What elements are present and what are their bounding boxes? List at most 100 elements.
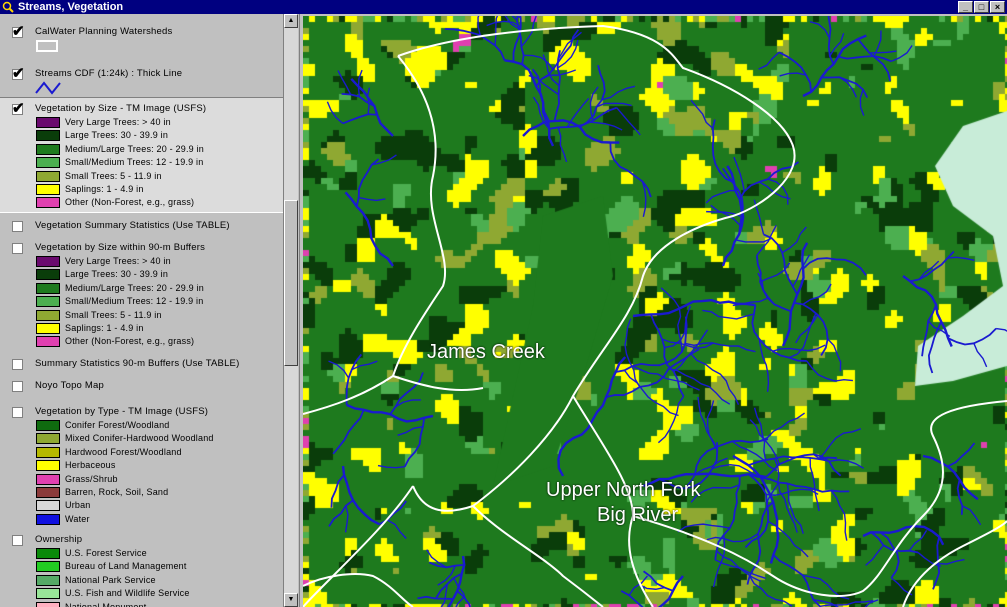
theme-visibility-checkbox[interactable] bbox=[12, 221, 23, 232]
theme-visibility-checkbox[interactable] bbox=[12, 64, 25, 82]
window-title: Streams, Vegetation bbox=[18, 1, 124, 13]
theme-visibility-checkbox[interactable] bbox=[12, 535, 23, 546]
legend-label: Medium/Large Trees: 20 - 29.9 in bbox=[65, 282, 204, 293]
stream-line bbox=[616, 107, 641, 136]
legend-label: Other (Non-Forest, e.g., grass) bbox=[65, 336, 195, 347]
stream-line bbox=[350, 78, 394, 137]
legend-label: Mixed Conifer-Hardwood Woodland bbox=[65, 433, 214, 444]
legend-swatch bbox=[36, 548, 60, 559]
legend-label: Saplings: 1 - 4.9 in bbox=[65, 184, 144, 194]
legend-swatch bbox=[36, 473, 60, 485]
watershed-boundary bbox=[303, 485, 414, 607]
legend-swatch bbox=[36, 513, 60, 525]
theme-8[interactable]: Ownership U.S. Forest Service Bureau of La… bbox=[0, 529, 283, 607]
stream-line bbox=[753, 407, 767, 461]
theme-name: Vegetation by Size - TM Image (USFS) bbox=[35, 103, 207, 114]
theme-2[interactable]: Vegetation by Size - TM Image (USFS) Very… bbox=[0, 97, 283, 213]
legend-swatch bbox=[36, 433, 60, 445]
legend-label: Small Trees: 5 - 11.9 in bbox=[65, 309, 162, 320]
stream-line bbox=[902, 275, 953, 347]
stream-line bbox=[869, 50, 897, 54]
stream-line bbox=[557, 356, 627, 477]
stream-line bbox=[371, 154, 397, 166]
stream-line bbox=[673, 329, 709, 372]
table-of-contents: CalWater Planning Watersheds Streams CDF … bbox=[0, 14, 300, 607]
stream-line bbox=[830, 490, 848, 541]
legend-swatch bbox=[36, 197, 60, 209]
map-view[interactable]: James Creek Upper North Fork Big River bbox=[303, 16, 1007, 607]
stream-line bbox=[337, 70, 352, 95]
close-button[interactable]: × bbox=[990, 1, 1005, 13]
scroll-down-button[interactable]: ▼ bbox=[284, 593, 298, 607]
stream-line bbox=[342, 113, 378, 125]
legend-swatch bbox=[36, 170, 60, 182]
stream-line bbox=[749, 575, 793, 607]
theme-visibility-checkbox[interactable] bbox=[12, 243, 23, 254]
stream-line bbox=[802, 257, 867, 276]
theme-3[interactable]: Vegetation Summary Statistics (Use TABLE… bbox=[0, 215, 283, 235]
minimize-button[interactable]: _ bbox=[958, 1, 973, 13]
label-big-river: Big River bbox=[597, 504, 679, 526]
theme-visibility-checkbox[interactable] bbox=[12, 22, 25, 40]
legend-label: U.S. Forest Service bbox=[65, 548, 147, 558]
theme-4[interactable]: Vegetation by Size within 90-m Buffers Ve… bbox=[0, 237, 283, 351]
toc-scrollbar[interactable]: ▲ ▼ bbox=[284, 14, 298, 607]
stream-line bbox=[772, 344, 826, 352]
legend-swatch bbox=[36, 561, 60, 573]
title-bar: Streams, Vegetation _ □ × bbox=[0, 0, 1007, 14]
theme-6[interactable]: Noyo Topo Map bbox=[0, 375, 283, 395]
theme-visibility-checkbox[interactable] bbox=[12, 99, 25, 117]
stream-line bbox=[437, 565, 456, 586]
stream-line bbox=[947, 327, 997, 346]
stream-line bbox=[779, 72, 807, 77]
watershed-boundary bbox=[902, 520, 1007, 607]
scroll-up-button[interactable]: ▲ bbox=[284, 14, 298, 28]
stream-line bbox=[859, 89, 865, 116]
watershed-boundary bbox=[572, 395, 654, 607]
theme-0[interactable]: CalWater Planning Watersheds bbox=[0, 21, 283, 55]
theme-visibility-checkbox[interactable] bbox=[12, 407, 23, 418]
legend-label: Small Trees: 5 - 11.9 in bbox=[65, 170, 162, 181]
legend-swatch bbox=[36, 323, 60, 334]
scroll-thumb[interactable] bbox=[284, 200, 298, 366]
theme-name: Ownership bbox=[35, 534, 83, 545]
stream-line bbox=[879, 531, 900, 579]
stream-line bbox=[358, 196, 386, 202]
stream-line bbox=[922, 454, 979, 501]
legend-label: Large Trees: 30 - 39.9 in bbox=[65, 269, 169, 280]
watershed-boundary bbox=[303, 374, 484, 415]
theme-name: Vegetation Summary Statistics (Use TABLE… bbox=[35, 220, 230, 231]
legend-label: Small/Medium Trees: 12 - 19.9 in bbox=[65, 157, 204, 168]
stream-line bbox=[587, 121, 623, 131]
theme-1[interactable]: Streams CDF (1:24k) : Thick Line bbox=[0, 63, 283, 97]
maximize-button[interactable]: □ bbox=[974, 1, 989, 13]
stream-line bbox=[632, 298, 756, 318]
legend-label: U.S. Fish and Wildlife Service bbox=[65, 588, 190, 599]
theme-visibility-checkbox[interactable] bbox=[12, 359, 23, 370]
stream-line bbox=[809, 457, 820, 512]
stream-line bbox=[818, 428, 862, 460]
theme-visibility-checkbox[interactable] bbox=[12, 381, 23, 392]
watershed-boundary bbox=[397, 24, 796, 512]
stream-line bbox=[417, 595, 454, 600]
stream-line bbox=[758, 51, 780, 70]
line-symbol-icon bbox=[35, 81, 61, 95]
stream-line bbox=[428, 561, 465, 569]
theme-name: Summary Statistics 90-m Buffers (Use TAB… bbox=[35, 358, 240, 369]
stream-line bbox=[494, 16, 499, 46]
stream-line bbox=[623, 369, 679, 417]
stream-line bbox=[330, 474, 345, 508]
legend-swatch bbox=[36, 420, 60, 431]
stream-line bbox=[763, 233, 798, 295]
stream-line bbox=[995, 327, 1007, 332]
stream-line bbox=[767, 178, 789, 205]
stream-line bbox=[332, 409, 365, 455]
stream-line bbox=[706, 400, 718, 452]
stream-line bbox=[557, 127, 568, 163]
stream-line bbox=[690, 99, 714, 129]
theme-7[interactable]: Vegetation by Type - TM Image (USFS) Coni… bbox=[0, 401, 283, 528]
stream-line bbox=[802, 34, 867, 98]
legend-label: Very Large Trees: > 40 in bbox=[65, 117, 171, 127]
legend-label: Small/Medium Trees: 12 - 19.9 in bbox=[65, 296, 204, 307]
theme-5[interactable]: Summary Statistics 90-m Buffers (Use TAB… bbox=[0, 353, 283, 373]
